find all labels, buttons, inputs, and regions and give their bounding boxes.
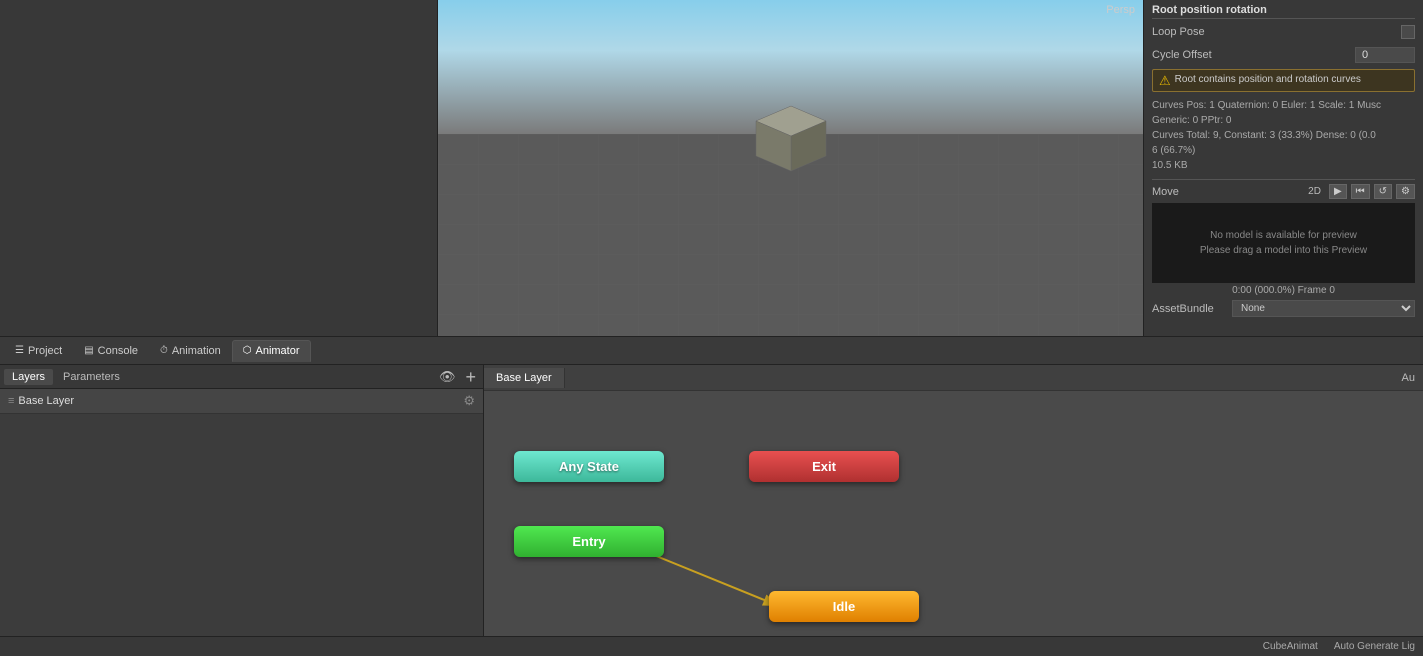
- exit-label: Exit: [812, 459, 836, 474]
- inspector-section-header: Root position rotation: [1152, 4, 1415, 19]
- preview-canvas: No model is available for preview Please…: [1152, 203, 1415, 283]
- tab-project[interactable]: ☰ Project: [4, 340, 73, 362]
- tab-animator-label: Animator: [256, 345, 300, 357]
- graph-canvas[interactable]: Any State Exit Entry Idle: [484, 391, 1423, 636]
- cube-status: CubeAnimat: [1263, 641, 1318, 652]
- animator-graph[interactable]: Base Layer Au: [484, 365, 1423, 636]
- move-label: Move: [1152, 186, 1304, 198]
- animator-sidebar: Layers Parameters 👁 + ≡ Base Layer ⚙: [0, 365, 484, 636]
- preview-loop-btn[interactable]: ↺: [1374, 184, 1392, 199]
- preview-section: Move 2D ▶ ⏮ ↺ ⚙ No model is available fo…: [1152, 179, 1415, 296]
- curves-line4: 6 (66.7%): [1152, 143, 1415, 158]
- state-node-any-state[interactable]: Any State: [514, 451, 664, 482]
- graph-tab-bar: Base Layer Au: [484, 365, 1423, 391]
- warning-box: ⚠ Root contains position and rotation cu…: [1152, 69, 1415, 92]
- curves-line5: 10.5 KB: [1152, 158, 1415, 173]
- state-node-exit[interactable]: Exit: [749, 451, 899, 482]
- loop-pose-label: Loop Pose: [1152, 26, 1401, 38]
- inspector-panel: Root position rotation Loop Pose Cycle O…: [1143, 0, 1423, 336]
- preview-play-btn[interactable]: ▶: [1329, 184, 1347, 199]
- status-bar: CubeAnimat Auto Generate Lig: [0, 636, 1423, 656]
- warning-icon: ⚠: [1159, 74, 1171, 87]
- assetbundle-label: AssetBundle: [1152, 303, 1232, 315]
- 2d-label: 2D: [1308, 186, 1321, 197]
- sidebar-eye-btn[interactable]: 👁: [436, 368, 459, 386]
- preview-time: 0:00 (000.0%) Frame 0: [1152, 285, 1415, 296]
- cycle-offset-label: Cycle Offset: [1152, 49, 1355, 61]
- entry-label: Entry: [572, 534, 605, 549]
- curves-line1: Curves Pos: 1 Quaternion: 0 Euler: 1 Sca…: [1152, 98, 1415, 113]
- bottom-tab-bar: ☰ Project ▤ Console ⏱ Animation ⬡ Animat…: [0, 337, 1423, 365]
- any-state-label: Any State: [559, 459, 619, 474]
- sidebar-add-btn[interactable]: +: [462, 367, 479, 387]
- 3d-viewport[interactable]: Persp: [438, 0, 1143, 336]
- graph-tab-right: Au: [1402, 372, 1423, 384]
- preview-settings-btn[interactable]: ⚙: [1396, 184, 1415, 199]
- tab-project-label: Project: [28, 345, 62, 357]
- sidebar-tab-parameters[interactable]: Parameters: [55, 369, 128, 385]
- cycle-offset-value[interactable]: 0: [1355, 47, 1415, 63]
- layer-base[interactable]: ≡ Base Layer ⚙: [0, 389, 483, 414]
- sidebar-tab-bar: Layers Parameters 👁 +: [0, 365, 483, 389]
- idle-label: Idle: [833, 599, 855, 614]
- layer-icon: ≡: [8, 395, 14, 407]
- 3d-cube: [746, 101, 836, 184]
- tab-animation[interactable]: ⏱ Animation: [149, 340, 232, 362]
- loop-pose-checkbox[interactable]: [1401, 25, 1415, 39]
- curves-line2: Generic: 0 PPtr: 0: [1152, 113, 1415, 128]
- console-icon: ▤: [84, 345, 93, 356]
- tab-console-label: Console: [98, 345, 138, 357]
- no-model-text: No model is available for preview Please…: [1200, 228, 1367, 258]
- state-node-idle[interactable]: Idle: [769, 591, 919, 622]
- sidebar-tab-layers[interactable]: Layers: [4, 369, 53, 385]
- layer-settings-btn[interactable]: ⚙: [463, 393, 475, 409]
- cube-svg: [746, 101, 836, 181]
- project-icon: ☰: [15, 345, 24, 356]
- assetbundle-row: AssetBundle None: [1152, 300, 1415, 317]
- curves-info: Curves Pos: 1 Quaternion: 0 Euler: 1 Sca…: [1152, 98, 1415, 173]
- auto-status: Auto Generate Lig: [1334, 641, 1415, 652]
- animator-icon: ⬡: [243, 345, 252, 356]
- warning-text: Root contains position and rotation curv…: [1175, 74, 1361, 85]
- layer-label: Base Layer: [18, 395, 463, 407]
- graph-tab-base-layer[interactable]: Base Layer: [484, 368, 565, 388]
- viewport-label: Persp: [1106, 4, 1135, 16]
- tab-console[interactable]: ▤ Console: [73, 340, 149, 362]
- preview-rewind-btn[interactable]: ⏮: [1351, 184, 1370, 199]
- assetbundle-select[interactable]: None: [1232, 300, 1415, 317]
- cycle-offset-row: Cycle Offset 0: [1152, 45, 1415, 65]
- preview-toolbar: Move 2D ▶ ⏮ ↺ ⚙: [1152, 184, 1415, 199]
- animation-icon: ⏱: [160, 345, 168, 356]
- curves-line3: Curves Total: 9, Constant: 3 (33.3%) Den…: [1152, 128, 1415, 143]
- tab-animator[interactable]: ⬡ Animator: [232, 340, 311, 362]
- tab-animation-label: Animation: [172, 345, 221, 357]
- transition-arrow-svg: [484, 391, 1423, 636]
- scene-hierarchy-panel: [0, 0, 438, 336]
- state-node-entry[interactable]: Entry: [514, 526, 664, 557]
- loop-pose-row: Loop Pose: [1152, 23, 1415, 41]
